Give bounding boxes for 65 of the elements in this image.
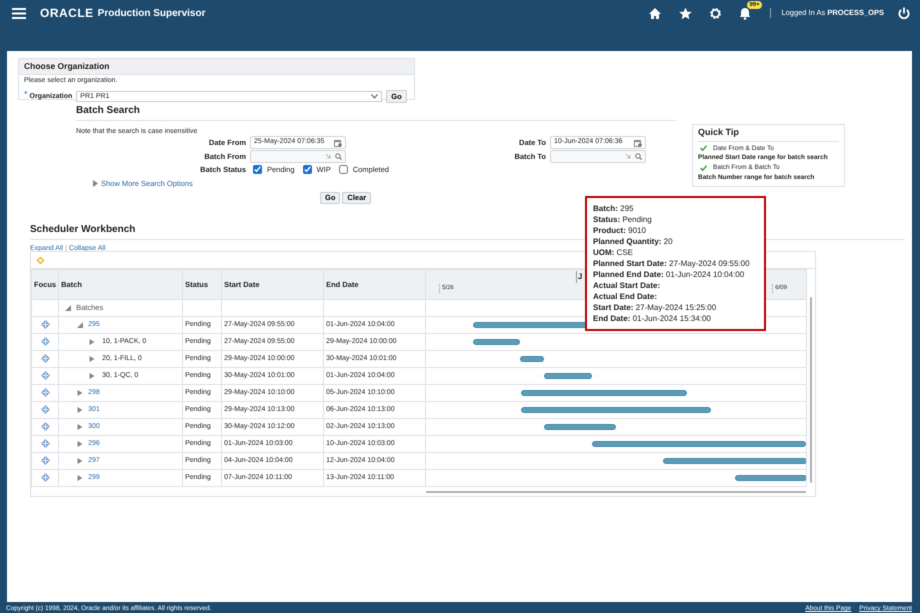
checkbox[interactable] <box>338 165 348 174</box>
search-icon[interactable] <box>335 153 342 160</box>
tooltip-line: Planned Start Date: 27-May-2024 09:55:00 <box>593 258 751 269</box>
checkbox[interactable] <box>253 165 262 174</box>
focus-icon[interactable] <box>40 320 50 329</box>
expand-icon[interactable] <box>77 475 84 481</box>
collapse-icon[interactable] <box>77 322 84 328</box>
arrow-icon <box>325 153 331 159</box>
settings-icon[interactable] <box>709 6 722 20</box>
required-mark: * <box>24 91 28 101</box>
tooltip-line: Product: 9010 <box>593 225 647 236</box>
tooltip-line: Planned End Date: 01-Jun-2024 10:04:00 <box>593 269 746 280</box>
tooltip-line: Actual End Date: <box>593 291 658 302</box>
scrollbar[interactable] <box>426 491 806 493</box>
collapse-icon[interactable] <box>65 305 72 311</box>
toolbar-icon[interactable] <box>36 256 45 265</box>
gantt-bar[interactable] <box>520 356 544 362</box>
expand-icon[interactable] <box>89 339 96 345</box>
focus-icon[interactable] <box>40 336 50 346</box>
focus-icon[interactable] <box>40 354 50 363</box>
check-icon <box>700 164 707 171</box>
section-header: Choose Organization <box>19 59 414 75</box>
focus-icon[interactable] <box>40 472 50 482</box>
gantt-bar[interactable] <box>544 373 592 379</box>
panel-title: Quick Tip <box>698 126 839 142</box>
timeline-month: J <box>576 271 582 283</box>
menu-icon[interactable] <box>12 8 26 18</box>
focus-icon[interactable] <box>40 370 50 380</box>
tooltip-line: Batch: 295 <box>593 203 634 214</box>
bell-icon[interactable] <box>739 6 752 20</box>
arrow-icon <box>625 153 631 159</box>
check-icon <box>700 145 707 152</box>
focus-icon[interactable] <box>40 388 50 397</box>
app-title: Production Supervisor <box>98 6 206 20</box>
expand-icon[interactable] <box>77 424 84 430</box>
expand-icon[interactable] <box>89 356 96 362</box>
tooltip-line: End Date: 01-Jun-2024 15:34:00 <box>593 313 712 324</box>
checkbox[interactable] <box>302 165 312 174</box>
tooltip-line: Start Date: 27-May-2024 15:25:00 <box>593 302 718 313</box>
home-icon[interactable] <box>648 6 662 20</box>
expand-icon[interactable] <box>93 180 98 188</box>
section-title: Batch Search <box>76 103 676 121</box>
tooltip-line: Actual Start Date: <box>593 280 662 291</box>
expand-icon[interactable] <box>77 441 84 447</box>
gantt-bar[interactable] <box>472 339 520 345</box>
focus-icon[interactable] <box>40 422 50 431</box>
star-icon[interactable] <box>679 6 692 20</box>
batch-field[interactable] <box>550 150 646 163</box>
batch-field[interactable] <box>250 150 346 163</box>
focus-icon[interactable] <box>40 404 50 414</box>
search-icon[interactable] <box>635 153 642 160</box>
focus-icon[interactable] <box>40 456 50 465</box>
expand-icon[interactable] <box>77 407 84 413</box>
calendar-icon[interactable] <box>634 138 642 146</box>
tooltip-line: Status: Pending <box>593 214 653 225</box>
tooltip-line: UOM: CSE <box>593 247 634 258</box>
logo: ORACLE <box>40 5 94 22</box>
expand-icon[interactable] <box>77 390 84 396</box>
expand-icon[interactable] <box>77 458 84 464</box>
calendar-icon[interactable] <box>334 138 342 146</box>
expand-icon[interactable] <box>89 373 96 379</box>
power-icon[interactable] <box>898 6 910 20</box>
scrollbar[interactable] <box>810 297 812 483</box>
chevron-icon <box>371 94 378 100</box>
focus-icon[interactable] <box>40 438 50 448</box>
